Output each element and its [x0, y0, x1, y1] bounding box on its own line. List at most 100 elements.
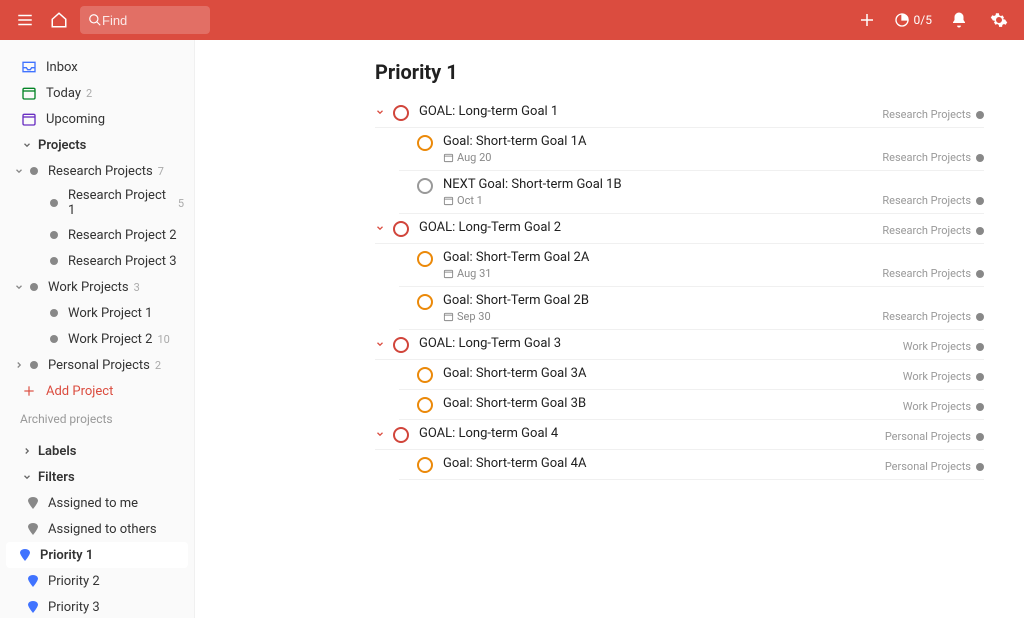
task-project-label[interactable]: Research Projects — [882, 310, 984, 323]
task-project-label[interactable]: Research Projects — [882, 224, 984, 237]
project-color-icon — [50, 199, 58, 207]
settings-icon[interactable] — [986, 7, 1012, 33]
sidebar-filter[interactable]: Priority 2 — [0, 568, 194, 594]
sidebar-today-count: 2 — [86, 87, 92, 100]
task-project-label[interactable]: Personal Projects — [885, 460, 984, 473]
sidebar-filter[interactable]: Priority 1 — [6, 542, 188, 568]
task-title: Goal: Short-Term Goal 2A — [443, 250, 984, 265]
sidebar-labels-header[interactable]: Labels — [0, 438, 194, 464]
calendar-icon — [443, 311, 454, 322]
task-title: Goal: Short-Term Goal 2B — [443, 293, 984, 308]
task-project-label[interactable]: Work Projects — [903, 340, 984, 353]
sidebar-filter[interactable]: Assigned to others — [0, 516, 194, 542]
sidebar-subproject[interactable]: Research Project 15 — [0, 184, 194, 222]
today-icon — [20, 84, 38, 102]
home-icon[interactable] — [46, 7, 72, 33]
task-row-parent[interactable]: GOAL: Long-term Goal 1 Research Projects — [375, 98, 984, 128]
task-row-parent[interactable]: GOAL: Long-Term Goal 2 Research Projects — [375, 214, 984, 244]
project-color-icon — [976, 111, 984, 119]
sidebar-inbox-label: Inbox — [46, 60, 78, 75]
sidebar-project[interactable]: Work Projects3 — [0, 274, 194, 300]
project-color-icon — [50, 335, 58, 343]
sidebar-filters-header[interactable]: Filters — [0, 464, 194, 490]
sidebar-subproject[interactable]: Work Project 1 — [0, 300, 194, 326]
sidebar-subproject[interactable]: Research Project 3 — [0, 248, 194, 274]
task-project-label[interactable]: Research Projects — [882, 151, 984, 164]
sidebar-subproject[interactable]: Research Project 2 — [0, 222, 194, 248]
task-checkbox[interactable] — [393, 427, 409, 443]
task-row[interactable]: Goal: Short-term Goal 3B Work Projects — [399, 390, 984, 420]
search-box[interactable] — [80, 6, 210, 34]
sidebar-upcoming[interactable]: Upcoming — [0, 106, 194, 132]
filter-name: Assigned to me — [48, 496, 138, 511]
plus-icon — [20, 382, 38, 400]
task-checkbox[interactable] — [417, 178, 433, 194]
collapse-icon[interactable] — [375, 429, 389, 439]
sidebar-inbox[interactable]: Inbox — [0, 54, 194, 80]
task-row-parent[interactable]: GOAL: Long-term Goal 4 Personal Projects — [375, 420, 984, 450]
notifications-icon[interactable] — [946, 7, 972, 33]
task-row[interactable]: NEXT Goal: Short-term Goal 1B Oct 1 Rese… — [399, 171, 984, 214]
collapse-icon[interactable] — [375, 339, 389, 349]
archived-projects-label[interactable]: Archived projects — [0, 404, 194, 430]
task-row[interactable]: Goal: Short-Term Goal 2A Aug 31 Research… — [399, 244, 984, 287]
task-checkbox[interactable] — [417, 251, 433, 267]
chevron-right-icon — [12, 358, 26, 372]
productivity-icon — [894, 12, 910, 28]
chevron-right-icon — [20, 444, 34, 458]
sidebar-project[interactable]: Research Projects7 — [0, 158, 194, 184]
search-input[interactable] — [102, 13, 192, 28]
sidebar-today[interactable]: Today 2 — [0, 80, 194, 106]
filter-icon — [28, 497, 38, 509]
task-project-label[interactable]: Personal Projects — [885, 430, 984, 443]
task-project-label[interactable]: Work Projects — [903, 400, 984, 413]
filter-name: Priority 3 — [48, 600, 100, 615]
task-checkbox[interactable] — [417, 397, 433, 413]
task-row[interactable]: Goal: Short-Term Goal 2B Sep 30 Research… — [399, 287, 984, 330]
project-color-icon — [976, 197, 984, 205]
project-color-icon — [50, 257, 58, 265]
sidebar-subproject[interactable]: Work Project 210 — [0, 326, 194, 352]
page-title: Priority 1 — [375, 60, 984, 84]
project-name: Research Project 3 — [68, 254, 177, 269]
sidebar-project[interactable]: Personal Projects2 — [0, 352, 194, 378]
sidebar: Inbox Today 2 Upcoming Projects Research… — [0, 40, 195, 618]
sidebar-projects-header[interactable]: Projects — [0, 132, 194, 158]
project-color-icon — [30, 361, 38, 369]
task-checkbox[interactable] — [393, 337, 409, 353]
project-name: Work Project 2 — [68, 332, 152, 347]
task-project-label[interactable]: Research Projects — [882, 194, 984, 207]
filter-name: Assigned to others — [48, 522, 157, 537]
task-checkbox[interactable] — [393, 105, 409, 121]
calendar-icon — [443, 268, 454, 279]
menu-icon[interactable] — [12, 7, 38, 33]
filter-name: Priority 1 — [40, 548, 93, 563]
task-row[interactable]: Goal: Short-term Goal 1A Aug 20 Research… — [399, 128, 984, 171]
task-row[interactable]: Goal: Short-term Goal 4A Personal Projec… — [399, 450, 984, 480]
productivity-count: 0/5 — [914, 13, 932, 27]
project-count: 3 — [134, 281, 140, 294]
task-row[interactable]: Goal: Short-term Goal 3A Work Projects — [399, 360, 984, 390]
task-checkbox[interactable] — [417, 367, 433, 383]
task-project-label[interactable]: Research Projects — [882, 108, 984, 121]
sidebar-filter[interactable]: Priority 3 — [0, 594, 194, 618]
task-checkbox[interactable] — [417, 135, 433, 151]
sidebar-filter[interactable]: Assigned to me — [0, 490, 194, 516]
project-color-icon — [976, 433, 984, 441]
collapse-icon[interactable] — [375, 107, 389, 117]
project-count: 2 — [155, 359, 161, 372]
add-task-icon[interactable] — [854, 7, 880, 33]
filter-icon — [28, 575, 38, 587]
productivity-button[interactable]: 0/5 — [894, 12, 932, 28]
task-project-label[interactable]: Research Projects — [882, 267, 984, 280]
task-checkbox[interactable] — [417, 457, 433, 473]
add-project-button[interactable]: Add Project — [0, 378, 194, 404]
task-checkbox[interactable] — [393, 221, 409, 237]
task-checkbox[interactable] — [417, 294, 433, 310]
project-color-icon — [976, 343, 984, 351]
task-project-label[interactable]: Work Projects — [903, 370, 984, 383]
collapse-icon[interactable] — [375, 223, 389, 233]
task-row-parent[interactable]: GOAL: Long-Term Goal 3 Work Projects — [375, 330, 984, 360]
project-color-icon — [976, 403, 984, 411]
project-name: Research Projects — [48, 164, 153, 179]
